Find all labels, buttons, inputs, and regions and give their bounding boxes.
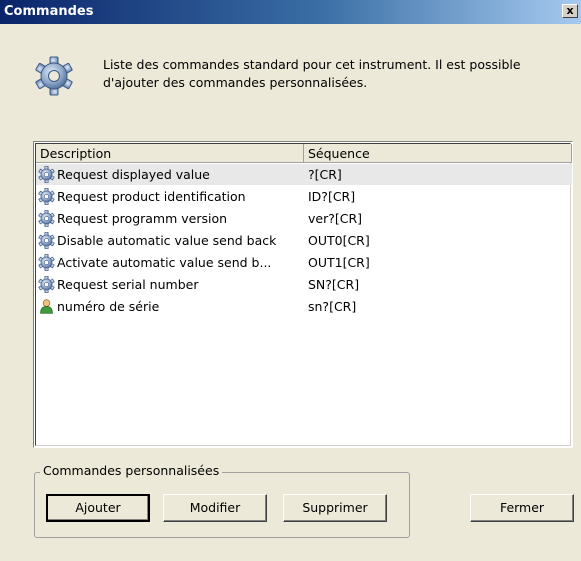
close-button[interactable]: Fermer [470,494,574,522]
table-row[interactable]: Activate automatic value send b... OUT1[… [36,252,572,273]
custom-commands-legend: Commandes personnalisées [40,463,223,478]
row-sequence: SN?[CR] [308,277,360,292]
gear-icon [38,276,55,293]
row-description: Request product identification [57,189,246,204]
table-row[interactable]: Disable automatic value send back OUT0[C… [36,230,572,251]
gear-icon [35,56,73,96]
row-description: Request displayed value [57,167,210,182]
edit-button[interactable]: Modifier [163,494,267,522]
header-description: Liste des commandes standard pour cet in… [103,57,521,90]
window-title: Commandes [4,4,94,19]
row-description: Activate automatic value send b... [57,255,272,270]
gear-icon [38,210,55,227]
row-description: numéro de série [57,299,160,314]
gear-icon [38,232,55,249]
row-sequence: ver?[CR] [308,211,363,226]
user-icon [40,299,53,314]
table-row[interactable]: Request product identification ID?[CR] [36,186,572,207]
row-sequence: OUT1[CR] [308,255,370,270]
row-sequence: ID?[CR] [308,189,356,204]
title-bar: Commandes x [0,0,581,24]
delete-button[interactable]: Supprimer [283,494,387,522]
table-row[interactable]: Request programm version ver?[CR] [36,208,572,229]
gear-icon [38,188,55,205]
row-sequence: sn?[CR] [308,299,357,314]
table-row[interactable]: numéro de série sn?[CR] [36,296,572,317]
add-button[interactable]: Ajouter [46,494,150,522]
commands-list[interactable]: Description Séquence Request displayed v… [33,141,573,448]
window-close-button[interactable]: x [562,4,578,18]
row-description: Disable automatic value send back [57,233,277,248]
table-row[interactable]: Request displayed value ?[CR] [36,164,572,185]
table-row[interactable]: Request serial number SN?[CR] [36,274,572,295]
column-header-sequence[interactable]: Séquence [304,144,572,163]
row-sequence: ?[CR] [308,167,342,182]
gear-icon [38,166,55,183]
row-description: Request programm version [57,211,228,226]
row-description: Request serial number [57,277,199,292]
gear-icon [38,254,55,271]
row-sequence: OUT0[CR] [308,233,370,248]
column-header-description[interactable]: Description [36,144,304,163]
